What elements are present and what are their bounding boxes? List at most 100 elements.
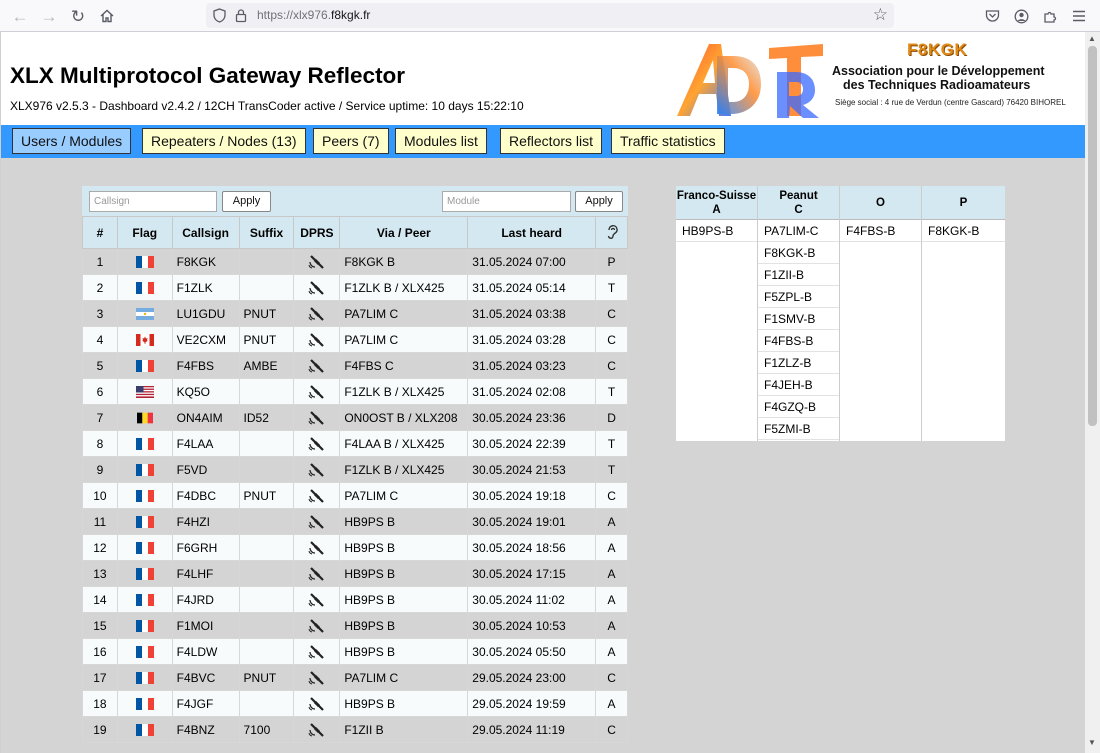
reload-icon[interactable]: ↻ xyxy=(68,6,88,26)
extensions-icon[interactable] xyxy=(1040,6,1060,26)
row-number: 15 xyxy=(82,612,118,639)
menu-traffic-statistics[interactable]: Traffic statistics xyxy=(611,128,725,154)
callsign-link[interactable]: F4LDW xyxy=(171,638,240,665)
home-icon[interactable] xyxy=(97,6,117,26)
page-scrollbar[interactable]: ▲ ▼ xyxy=(1085,32,1100,753)
col-dprs[interactable]: DPRS xyxy=(293,216,341,249)
callsign-link[interactable]: F4BNZ xyxy=(171,716,240,743)
account-icon[interactable] xyxy=(1011,6,1031,26)
col-via-peer[interactable]: Via / Peer xyxy=(339,216,469,249)
address-bar[interactable]: https://xlx976.f8kgk.fr ☆ xyxy=(206,3,894,28)
ear-icon xyxy=(607,225,618,239)
module-apply-button[interactable]: Apply xyxy=(575,191,623,212)
callsign-link[interactable]: F4HZI xyxy=(171,508,240,535)
callsign-link[interactable]: F1ZLK xyxy=(171,274,240,301)
callsign-link[interactable]: KQ5O xyxy=(171,378,240,405)
callsign-link[interactable]: F5VD xyxy=(171,456,240,483)
col-flag[interactable]: Flag xyxy=(116,216,173,249)
url-text[interactable]: https://xlx976.f8kgk.fr xyxy=(257,8,370,22)
dprs-satellite-icon[interactable] xyxy=(293,638,341,665)
module-node-item[interactable]: F1ZII-B xyxy=(758,264,839,286)
lock-icon[interactable] xyxy=(235,8,247,23)
table-row: 16 F4LDW HB9PS B 30.05.2024 05:50 A xyxy=(82,638,628,665)
dprs-satellite-icon[interactable] xyxy=(293,612,341,639)
dprs-satellite-icon[interactable] xyxy=(293,274,341,301)
callsign-link[interactable]: F6GRH xyxy=(171,534,240,561)
dprs-satellite-icon[interactable] xyxy=(293,352,341,379)
callsign-link[interactable]: F4BVC xyxy=(171,664,240,691)
callsign-link[interactable]: ON4AIM xyxy=(171,404,240,431)
module-header[interactable]: O xyxy=(840,186,921,220)
module-node-item[interactable]: F5ZPL-B xyxy=(758,286,839,308)
col-suffix[interactable]: Suffix xyxy=(238,216,295,249)
dprs-satellite-icon[interactable] xyxy=(293,508,341,535)
dprs-satellite-icon[interactable] xyxy=(293,586,341,613)
dprs-satellite-icon[interactable] xyxy=(293,716,341,743)
menu-modules-list[interactable]: Modules list xyxy=(395,128,487,154)
dprs-satellite-icon[interactable] xyxy=(293,326,341,353)
dprs-satellite-icon[interactable] xyxy=(293,404,341,431)
module-node-item[interactable]: F4JEH-B xyxy=(758,374,839,396)
menu-hamburger-icon[interactable] xyxy=(1069,6,1089,26)
module-header[interactable]: Franco-Suisse A xyxy=(676,186,757,220)
callsign-link[interactable]: F1MOI xyxy=(171,612,240,639)
dprs-satellite-icon[interactable] xyxy=(293,300,341,327)
last-heard-cell: 31.05.2024 03:28 xyxy=(467,326,597,353)
scroll-down-icon[interactable]: ▼ xyxy=(1088,738,1096,747)
bookmark-star-icon[interactable]: ☆ xyxy=(873,5,888,25)
pocket-icon[interactable] xyxy=(982,6,1002,26)
dprs-satellite-icon[interactable] xyxy=(293,560,341,587)
scroll-up-icon[interactable]: ▲ xyxy=(1088,34,1096,43)
col-last-heard[interactable]: Last heard xyxy=(467,216,597,249)
dprs-satellite-icon[interactable] xyxy=(293,378,341,405)
callsign-link[interactable]: F4JRD xyxy=(171,586,240,613)
col-number[interactable]: # xyxy=(82,216,118,249)
callsign-filter-input[interactable]: Callsign xyxy=(89,191,217,212)
module-node-item[interactable]: F4FBS-B xyxy=(758,330,839,352)
module-header[interactable]: P xyxy=(922,186,1005,220)
tracking-shield-icon[interactable] xyxy=(213,8,226,23)
table-row: 9 F5VD F1ZLK B / XLX425 30.05.2024 21:53 T xyxy=(82,456,628,483)
module-node-item[interactable]: HB9PS-B xyxy=(676,220,757,242)
callsign-link[interactable]: VE2CXM xyxy=(171,326,240,353)
callsign-link[interactable]: F4LAA xyxy=(171,430,240,457)
module-node-item[interactable]: F5ZMI-B xyxy=(758,418,839,440)
callsign-link[interactable]: F8KGK xyxy=(171,248,240,275)
module-node-item[interactable]: F8KGK-B xyxy=(922,220,1005,242)
module-filter-input[interactable]: Module xyxy=(442,191,571,212)
menu-peers[interactable]: Peers (7) xyxy=(313,128,389,154)
callsign-link[interactable]: F4JGF xyxy=(171,690,240,717)
dprs-satellite-icon[interactable] xyxy=(293,534,341,561)
col-callsign[interactable]: Callsign xyxy=(171,216,240,249)
module-node-item[interactable]: F4GZQ-B xyxy=(758,396,839,418)
callsign-link[interactable]: F4DBC xyxy=(171,482,240,509)
forward-icon[interactable]: → xyxy=(39,6,59,26)
module-cell: A xyxy=(595,638,628,665)
dprs-satellite-icon[interactable] xyxy=(293,430,341,457)
module-node-item[interactable]: F4FBS-B xyxy=(840,220,921,242)
module-header[interactable]: Peanut C xyxy=(758,186,839,220)
callsign-apply-button[interactable]: Apply xyxy=(222,191,271,212)
dprs-satellite-icon[interactable] xyxy=(293,690,341,717)
module-node-item[interactable]: F8KGK-B xyxy=(758,242,839,264)
suffix-cell: AMBE xyxy=(238,352,295,379)
dprs-satellite-icon[interactable] xyxy=(293,456,341,483)
callsign-link[interactable]: F4LHF xyxy=(171,560,240,587)
menu-repeaters-nodes[interactable]: Repeaters / Nodes (13) xyxy=(142,128,306,154)
module-node-item[interactable]: PA7LIM-C xyxy=(758,220,839,242)
menu-users-modules[interactable]: Users / Modules xyxy=(12,128,132,154)
row-number: 4 xyxy=(82,326,118,353)
menu-reflectors-list[interactable]: Reflectors list xyxy=(500,128,603,154)
back-icon[interactable]: ← xyxy=(10,6,30,26)
callsign-link[interactable]: LU1GDU xyxy=(171,300,240,327)
module-node-item[interactable]: F1SMV-B xyxy=(758,308,839,330)
module-column-a: Franco-Suisse A HB9PS-B xyxy=(676,186,758,441)
dprs-satellite-icon[interactable] xyxy=(293,482,341,509)
scrollbar-thumb[interactable] xyxy=(1088,46,1097,426)
dprs-satellite-icon[interactable] xyxy=(293,248,341,275)
table-row: 10 F4DBC PNUT PA7LIM C 30.05.2024 19:18 C xyxy=(82,482,628,509)
dprs-satellite-icon[interactable] xyxy=(293,664,341,691)
col-module[interactable] xyxy=(595,216,628,249)
module-node-item[interactable]: F1ZLZ-B xyxy=(758,352,839,374)
callsign-link[interactable]: F4FBS xyxy=(171,352,240,379)
